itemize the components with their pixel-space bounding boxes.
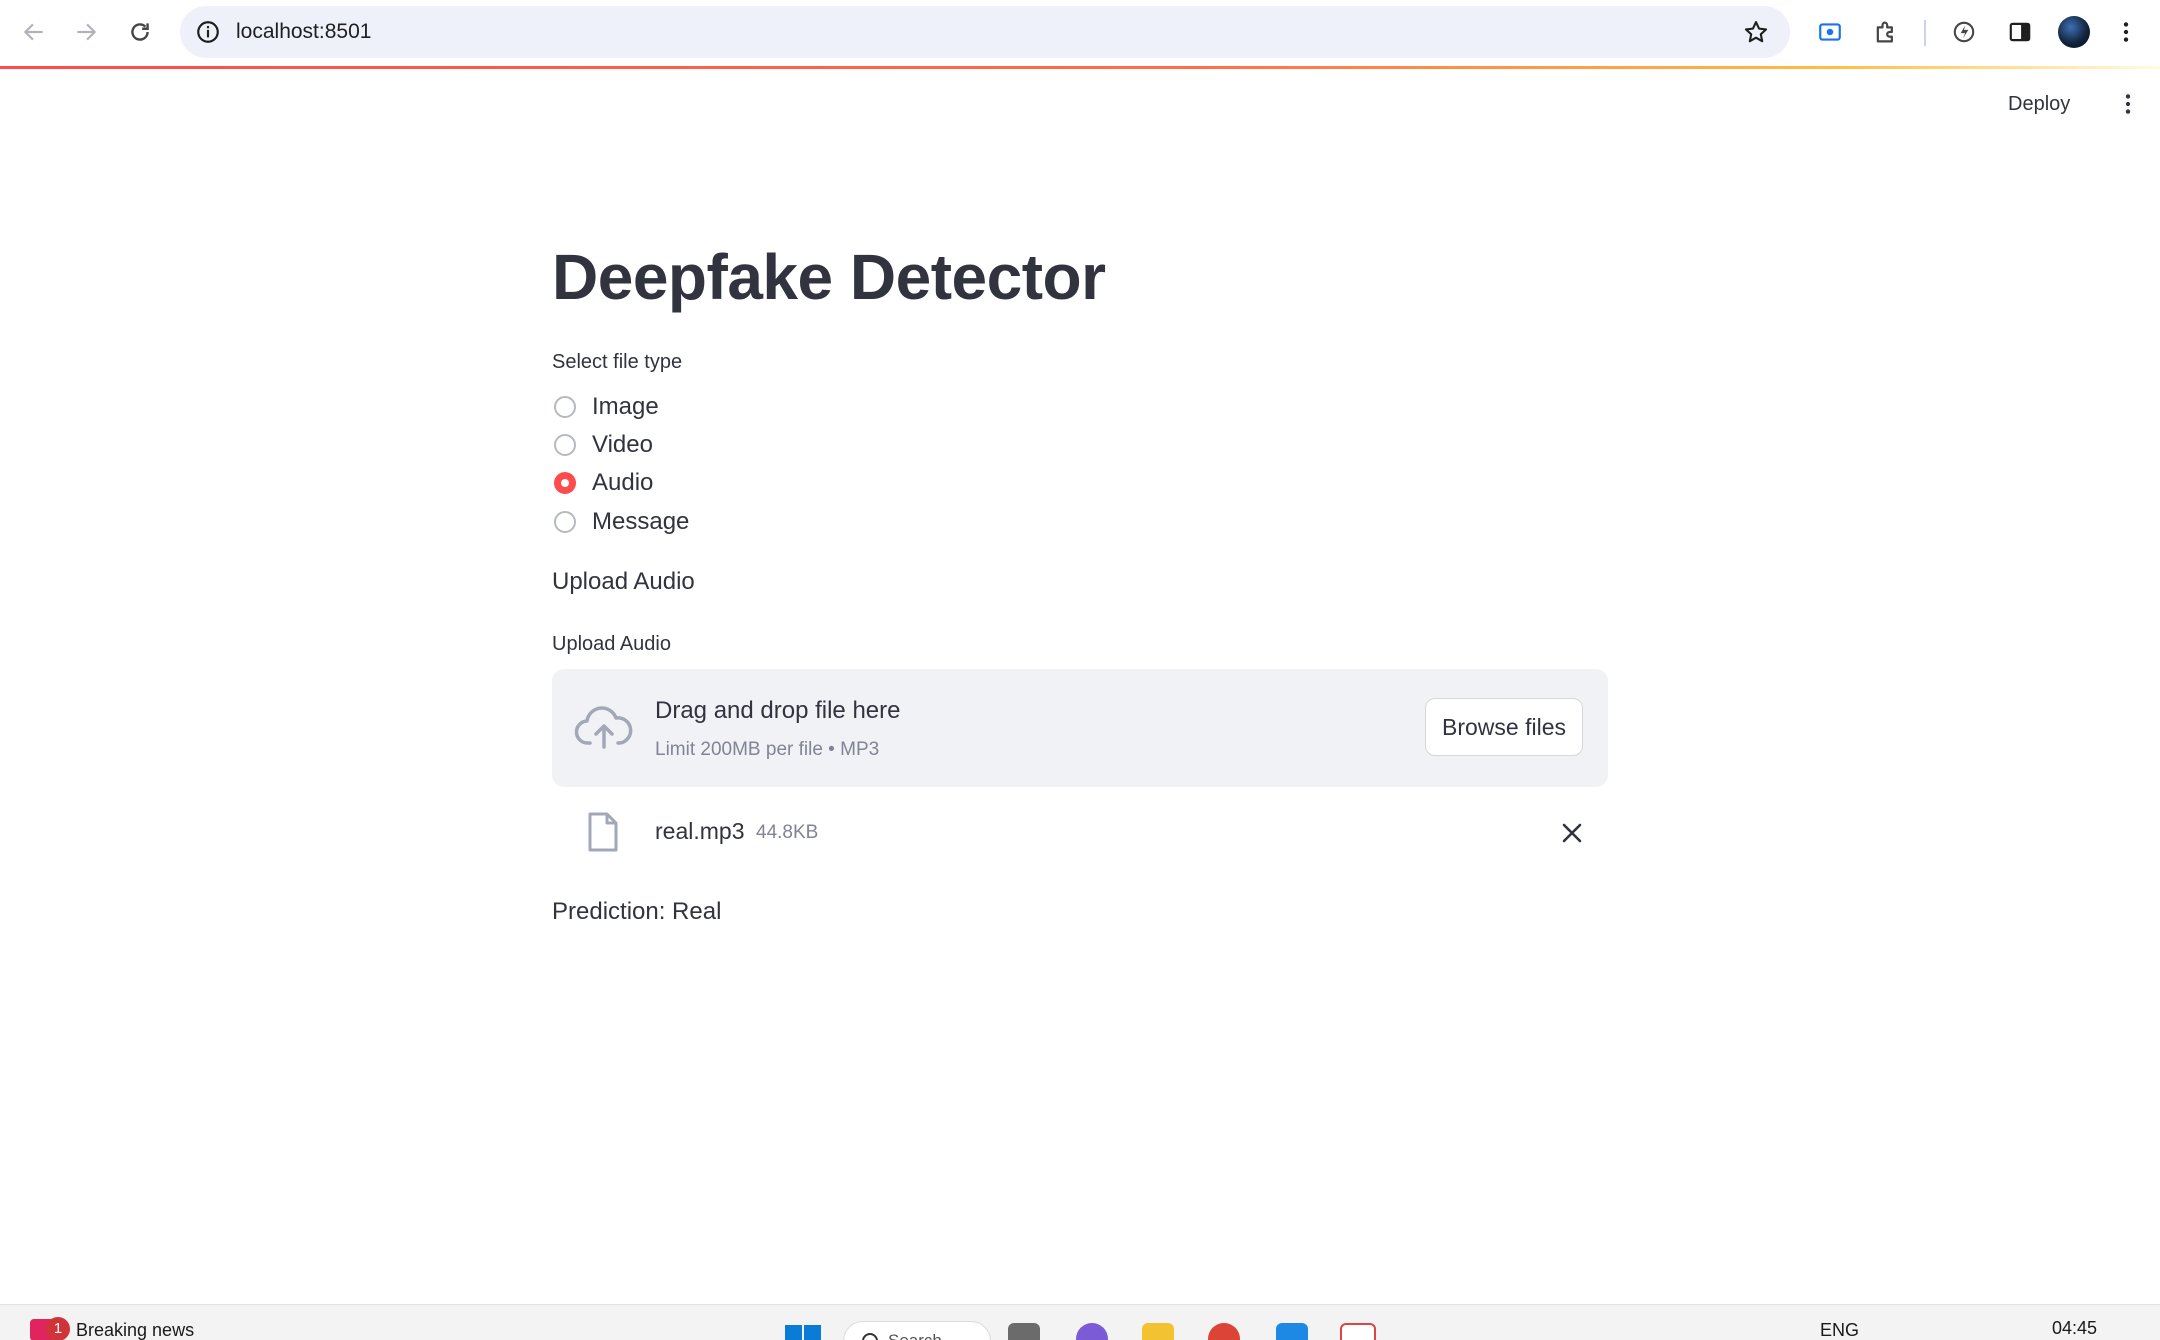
- performance-icon: [1953, 21, 1975, 43]
- extensions-button[interactable]: [1866, 12, 1906, 52]
- more-vertical-icon: [2125, 94, 2131, 114]
- remove-file-button[interactable]: [1554, 815, 1590, 851]
- performance-button[interactable]: [1944, 12, 1984, 52]
- browse-files-button[interactable]: Browse files: [1425, 698, 1583, 756]
- reload-icon: [131, 23, 149, 41]
- taskbar-search[interactable]: Search: [843, 1321, 991, 1340]
- toolbar-separator: [1924, 20, 1926, 46]
- page-title: Deepfake Detector: [552, 241, 1106, 313]
- os-taskbar: 1 Breaking news Search ENG 04:45: [0, 1304, 2160, 1340]
- news-widget-label[interactable]: Breaking news: [76, 1320, 194, 1340]
- uploaded-file-item: real.mp3 44.8KB: [552, 805, 1608, 861]
- uploaded-file-name: real.mp3: [655, 818, 745, 844]
- prediction-result: Prediction: Real: [552, 898, 722, 925]
- language-indicator[interactable]: ENG: [1820, 1320, 1859, 1340]
- radio-button[interactable]: [554, 434, 576, 456]
- vscode-app-icon[interactable]: [1276, 1323, 1308, 1340]
- radio-option-video[interactable]: Video: [552, 428, 653, 462]
- uploaded-file-size: 44.8KB: [756, 822, 819, 843]
- site-info-icon: [197, 21, 219, 43]
- deploy-button[interactable]: Deploy: [2008, 86, 2070, 122]
- upload-section-text: Upload Audio: [552, 568, 695, 595]
- profile-avatar[interactable]: [2058, 16, 2090, 48]
- taskbar-clock[interactable]: 04:45: [2052, 1318, 2097, 1339]
- file-dropzone[interactable]: Drag and drop file here Limit 200MB per …: [552, 669, 1608, 787]
- radio-option-message[interactable]: Message: [552, 505, 689, 539]
- url-text[interactable]: localhost:8501: [236, 6, 371, 58]
- teams-app-icon[interactable]: [1076, 1323, 1108, 1340]
- chrome-menu-button[interactable]: [2106, 12, 2146, 52]
- radio-option-audio[interactable]: Audio: [552, 466, 653, 500]
- bookmark-button[interactable]: [1740, 16, 1772, 48]
- app-header-decoration: [0, 66, 2160, 69]
- reload-button[interactable]: [118, 10, 162, 54]
- file-explorer-icon[interactable]: [1142, 1323, 1174, 1340]
- dropzone-limit-text: Limit 200MB per file • MP3: [655, 739, 880, 760]
- news-notification-badge: 1: [46, 1317, 70, 1340]
- bookmark-star-icon: [1744, 21, 1768, 43]
- app-menu-button[interactable]: [2110, 86, 2146, 122]
- radio-button-selected[interactable]: [554, 472, 576, 494]
- radio-option-label: Audio: [592, 469, 654, 496]
- screen-cast-button[interactable]: [1810, 12, 1850, 52]
- dropzone-title: Drag and drop file here: [655, 697, 901, 724]
- chrome-menu-icon: [2123, 22, 2129, 42]
- radio-option-label: Image: [592, 393, 659, 420]
- site-info-button[interactable]: [190, 14, 226, 50]
- radio-button[interactable]: [554, 396, 576, 418]
- file-type-label: Select file type: [552, 351, 683, 373]
- task-view-icon[interactable]: [1008, 1323, 1040, 1340]
- cloud-upload-icon: [574, 706, 633, 749]
- close-icon: [1562, 823, 1582, 843]
- radio-option-label: Message: [592, 508, 690, 535]
- radio-option-label: Video: [592, 431, 653, 458]
- back-arrow-icon: [23, 23, 43, 41]
- file-icon: [588, 812, 618, 852]
- forward-button[interactable]: [64, 10, 108, 54]
- address-bar[interactable]: localhost:8501: [180, 6, 1790, 58]
- radio-button[interactable]: [554, 511, 576, 533]
- side-panel-icon: [2009, 22, 2031, 42]
- uploader-label: Upload Audio: [552, 633, 671, 655]
- chrome-app-icon[interactable]: [1208, 1323, 1240, 1340]
- start-button[interactable]: [785, 1325, 821, 1340]
- back-button[interactable]: [12, 10, 56, 54]
- forward-arrow-icon: [77, 23, 97, 41]
- side-panel-button[interactable]: [2000, 12, 2040, 52]
- extensions-puzzle-icon: [1876, 21, 1893, 43]
- browser-toolbar: localhost:8501: [0, 0, 2160, 66]
- screen-cast-icon: [1819, 23, 1841, 41]
- calendar-app-icon[interactable]: [1340, 1323, 1376, 1340]
- radio-option-image[interactable]: Image: [552, 390, 659, 424]
